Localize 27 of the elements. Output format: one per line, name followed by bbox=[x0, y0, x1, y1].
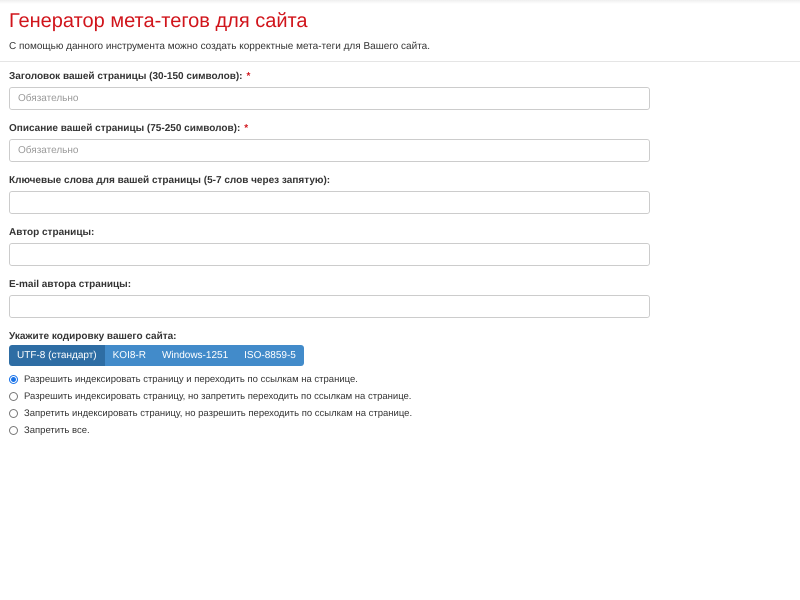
encoding-button[interactable]: KOI8-R bbox=[104, 345, 154, 366]
input-field[interactable] bbox=[9, 243, 650, 266]
required-mark: * bbox=[246, 70, 250, 83]
radio-label: Разрешить индексировать страницу и переходить по ссылкам на странице. bbox=[24, 373, 358, 386]
radio-button[interactable] bbox=[9, 392, 18, 401]
encoding-button[interactable]: UTF-8 (стандарт) bbox=[9, 345, 105, 366]
field-label: Описание вашей страницы (75-250 символов): bbox=[9, 122, 240, 135]
input-field[interactable]: Обязательно bbox=[9, 87, 650, 110]
radio-button[interactable] bbox=[9, 409, 18, 418]
encoding-button[interactable]: ISO-8859-5 bbox=[236, 345, 304, 366]
input-field[interactable] bbox=[9, 191, 650, 214]
radio-button[interactable] bbox=[9, 375, 18, 384]
page-description: С помощью данного инструмента можно создать корректные мета-теги для Вашего сайта. bbox=[9, 40, 431, 53]
radio-label: Разрешить индексировать страницу, но запретить переходить по ссылкам на странице. bbox=[24, 390, 412, 403]
encoding-button[interactable]: Windows-1251 bbox=[154, 345, 236, 366]
field-label: E-mail автора страницы: bbox=[9, 278, 132, 291]
field-label: Заголовок вашей страницы (30-150 символов): bbox=[9, 70, 243, 83]
encoding-label: Укажите кодировку вашего сайта: bbox=[9, 330, 177, 343]
page-title: Генератор мета-тегов для сайта bbox=[9, 9, 309, 34]
radio-label: Запретить все. bbox=[24, 424, 90, 437]
input-field[interactable] bbox=[9, 295, 650, 318]
radio-label: Запретить индексировать страницу, но разрешить переходить по ссылкам на странице. bbox=[24, 407, 412, 420]
field-label: Автор страницы: bbox=[9, 226, 94, 239]
radio-button[interactable] bbox=[9, 426, 18, 435]
field-label: Ключевые слова для вашей страницы (5-7 слов через запятую): bbox=[9, 174, 330, 187]
required-mark: * bbox=[244, 122, 248, 135]
input-field[interactable]: Обязательно bbox=[9, 139, 650, 162]
